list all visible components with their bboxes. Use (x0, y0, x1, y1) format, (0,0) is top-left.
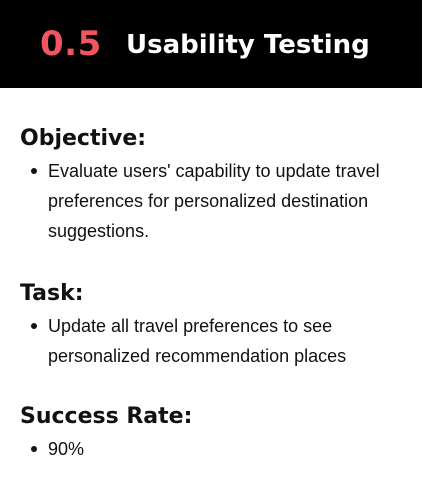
bullet-icon (31, 446, 37, 452)
section-number: 0.5 (40, 24, 102, 64)
success-rate-heading: Success Rate: (20, 404, 193, 429)
list-item: 90% (20, 434, 412, 464)
task-text: Update all travel preferences to see per… (48, 316, 347, 366)
task-list: Update all travel preferences to see per… (20, 311, 412, 371)
objective-text: Evaluate users' capability to update tra… (48, 161, 380, 241)
bullet-icon (31, 323, 37, 329)
success-rate-section: Success Rate: 90% (20, 402, 412, 464)
page-title: Usability Testing (126, 30, 370, 60)
task-section: Task: Update all travel preferences to s… (20, 279, 412, 371)
list-item: Update all travel preferences to see per… (20, 311, 412, 371)
objective-section: Objective: Evaluate users' capability to… (20, 124, 412, 246)
list-item: Evaluate users' capability to update tra… (20, 156, 412, 246)
objective-list: Evaluate users' capability to update tra… (20, 156, 412, 246)
bullet-icon (31, 168, 37, 174)
success-rate-value: 90% (48, 439, 85, 459)
objective-heading: Objective: (20, 126, 147, 151)
success-rate-list: 90% (20, 434, 412, 464)
task-heading: Task: (20, 281, 84, 306)
header-bar: 0.5 Usability Testing (0, 0, 422, 88)
